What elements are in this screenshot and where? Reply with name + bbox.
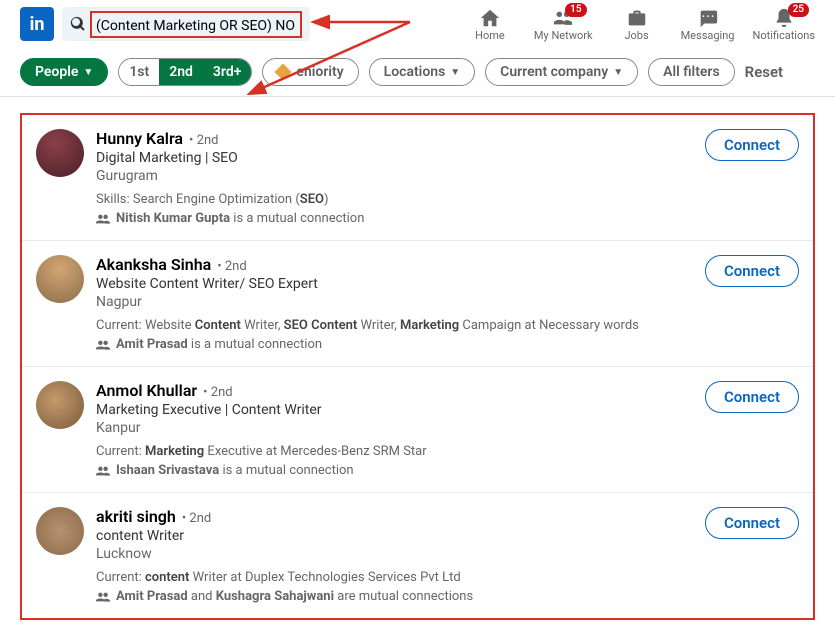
connect-button[interactable]: Connect: [705, 507, 799, 539]
mutual-connection: Amit Prasad is a mutual connection: [96, 337, 693, 352]
person-name[interactable]: Anmol Khullar: [96, 381, 197, 400]
connect-button[interactable]: Connect: [705, 129, 799, 161]
people-icon: [96, 213, 110, 225]
nav-label: Home: [475, 29, 505, 42]
headline: content Writer: [96, 528, 693, 544]
location: Lucknow: [96, 546, 693, 562]
nav-items: Home 15 My Network Jobs Messaging 25 Not…: [464, 7, 815, 42]
mutual-connection: Amit Prasad and Kushagra Sahajwani are m…: [96, 589, 693, 604]
connection-degree: • 2nd: [182, 511, 211, 526]
chevron-down-icon: ▼: [83, 67, 93, 78]
chat-icon: [697, 7, 719, 29]
result-card: Akanksha Sinha • 2nd Website Content Wri…: [22, 241, 813, 367]
filter-bar: People▼ 1st 2nd 3rd+ eniority Locations▼…: [0, 48, 835, 97]
chevron-down-icon: ▼: [613, 67, 623, 78]
nav-label: Messaging: [681, 29, 735, 42]
badge: 15: [565, 3, 586, 17]
filter-people[interactable]: People▼: [20, 58, 108, 86]
badge: 25: [788, 3, 809, 17]
briefcase-icon: [626, 7, 648, 29]
nav-jobs[interactable]: Jobs: [611, 7, 663, 42]
filter-locations[interactable]: Locations▼: [369, 58, 476, 86]
connection-degree: • 2nd: [217, 259, 246, 274]
result-info: Hunny Kalra • 2nd Digital Marketing | SE…: [96, 129, 693, 226]
filter-current-company[interactable]: Current company▼: [485, 58, 638, 86]
people-icon: [96, 339, 110, 351]
connect-button[interactable]: Connect: [705, 381, 799, 413]
result-card: Hunny Kalra • 2nd Digital Marketing | SE…: [22, 115, 813, 241]
connect-button[interactable]: Connect: [705, 255, 799, 287]
result-info: Akanksha Sinha • 2nd Website Content Wri…: [96, 255, 693, 352]
meta-line: Skills: Search Engine Optimization (SEO): [96, 192, 693, 207]
person-name[interactable]: akriti singh: [96, 507, 176, 526]
linkedin-logo[interactable]: in: [20, 7, 54, 41]
people-icon: [96, 465, 110, 477]
conn-3rd[interactable]: 3rd+: [203, 59, 252, 85]
headline: Website Content Writer/ SEO Expert: [96, 276, 693, 292]
people-icon: [96, 591, 110, 603]
filter-all[interactable]: All filters: [648, 58, 735, 86]
meta-line: Current: Website Content Writer, SEO Con…: [96, 318, 693, 333]
person-name[interactable]: Akanksha Sinha: [96, 255, 211, 274]
search-input[interactable]: [96, 18, 296, 34]
search-icon: [70, 16, 86, 32]
result-card: akriti singh • 2nd content Writer Luckno…: [22, 493, 813, 618]
location: Kanpur: [96, 420, 693, 436]
reset-link[interactable]: Reset: [745, 63, 783, 81]
nav-label: My Network: [534, 29, 593, 42]
connection-degree: • 2nd: [203, 385, 232, 400]
headline: Marketing Executive | Content Writer: [96, 402, 693, 418]
result-card: Anmol Khullar • 2nd Marketing Executive …: [22, 367, 813, 493]
meta-line: Current: content Writer at Duplex Techno…: [96, 570, 693, 585]
result-info: akriti singh • 2nd content Writer Luckno…: [96, 507, 693, 604]
search-highlight-box: [90, 11, 302, 38]
nav-notifications[interactable]: 25 Notifications: [752, 7, 815, 42]
nav-network[interactable]: 15 My Network: [534, 7, 593, 42]
mutual-connection: Ishaan Srivastava is a mutual connection: [96, 463, 693, 478]
person-name[interactable]: Hunny Kalra: [96, 129, 183, 148]
chevron-down-icon: ▼: [450, 67, 460, 78]
conn-1st[interactable]: 1st: [119, 59, 159, 85]
results-list: Hunny Kalra • 2nd Digital Marketing | SE…: [20, 113, 815, 620]
connection-degree: • 2nd: [189, 133, 218, 148]
avatar[interactable]: [36, 507, 84, 555]
search-wrap: [62, 7, 310, 41]
filter-seniority[interactable]: eniority: [262, 58, 358, 86]
avatar[interactable]: [36, 255, 84, 303]
nav-label: Notifications: [752, 29, 815, 42]
diamond-icon: [275, 64, 292, 81]
avatar[interactable]: [36, 129, 84, 177]
result-info: Anmol Khullar • 2nd Marketing Executive …: [96, 381, 693, 478]
home-icon: [479, 7, 501, 29]
conn-2nd[interactable]: 2nd: [159, 59, 203, 85]
avatar[interactable]: [36, 381, 84, 429]
top-nav: in Home 15 My Network Jobs Messaging 25 …: [0, 0, 835, 48]
mutual-connection: Nitish Kumar Gupta is a mutual connectio…: [96, 211, 693, 226]
nav-label: Jobs: [624, 29, 648, 42]
location: Nagpur: [96, 294, 693, 310]
nav-messaging[interactable]: Messaging: [681, 7, 735, 42]
meta-line: Current: Marketing Executive at Mercedes…: [96, 444, 693, 459]
headline: Digital Marketing | SEO: [96, 150, 693, 166]
connection-degree-group: 1st 2nd 3rd+: [118, 58, 252, 86]
location: Gurugram: [96, 168, 693, 184]
nav-home[interactable]: Home: [464, 7, 516, 42]
